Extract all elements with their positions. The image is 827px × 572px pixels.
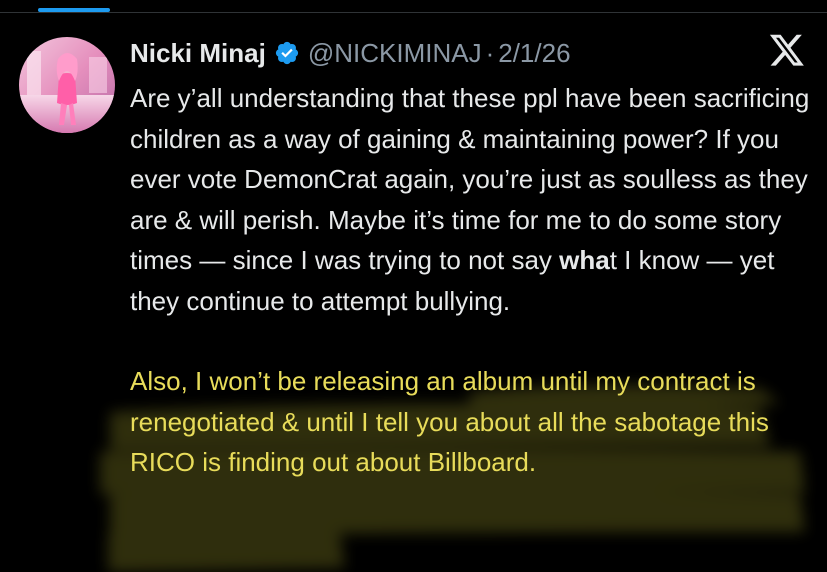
avatar[interactable] [19,37,115,133]
tweet-paragraph-1: Are y’all understanding that these ppl h… [130,78,810,321]
user-handle[interactable]: @NICKIMINAJ [308,38,482,69]
x-logo-icon[interactable] [768,34,806,68]
tweet-text: Are y’all understanding that these ppl h… [130,78,810,483]
top-divider [0,12,827,13]
verified-badge-icon [274,40,300,66]
display-name[interactable]: Nicki Minaj [130,38,266,69]
tweet-paragraph-2: Also, I won’t be releasing an album unti… [130,366,769,477]
separator-dot: · [485,37,495,68]
avatar-image [19,37,115,133]
tab-indicator [38,8,110,12]
post-date[interactable]: 2/1/26 [498,38,570,69]
tweet-header: Nicki Minaj @NICKIMINAJ · 2/1/26 [130,36,571,70]
tweet-paragraph-1-bold: wha [559,245,610,275]
